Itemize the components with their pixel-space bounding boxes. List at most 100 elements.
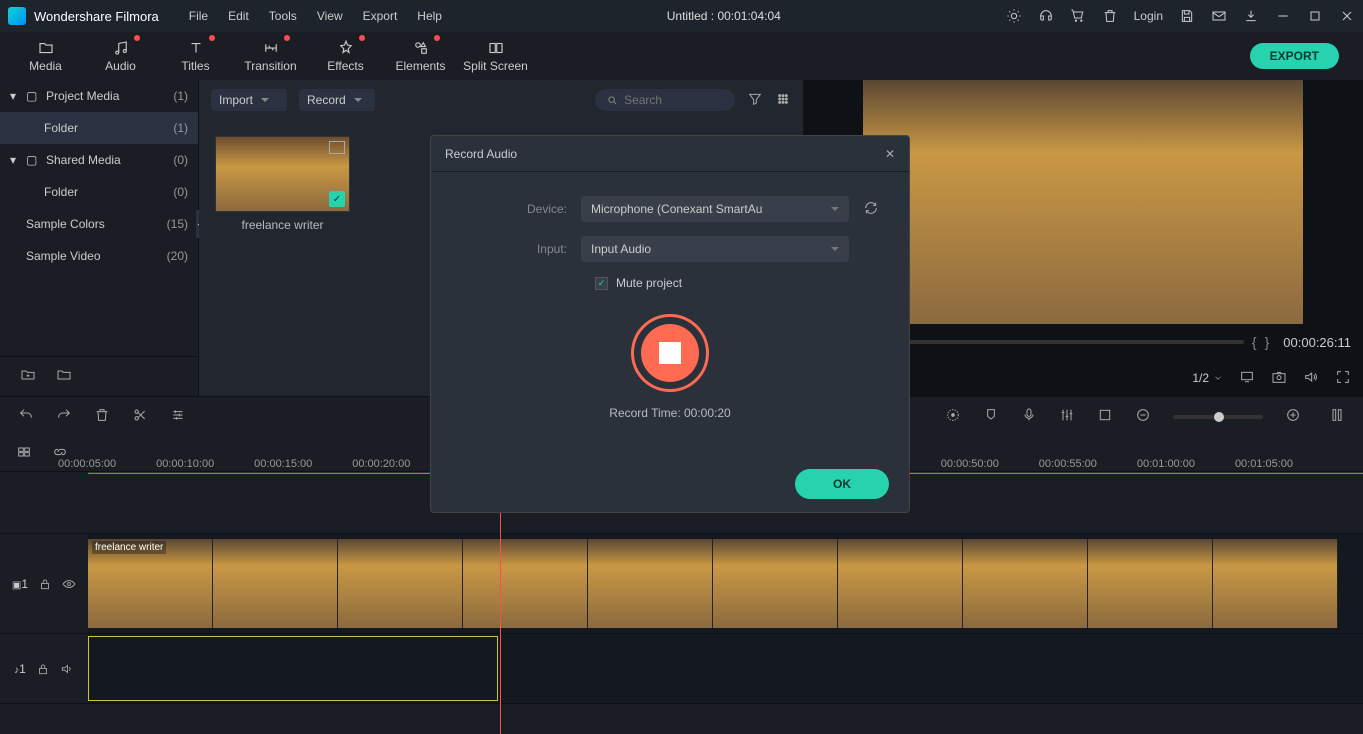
ruler-tick: 00:01:00:00 <box>1167 472 1265 494</box>
save-icon[interactable] <box>1179 8 1195 24</box>
record-button[interactable] <box>631 314 709 392</box>
preview-timecode: 00:00:26:11 <box>1283 335 1351 350</box>
device-label: Device: <box>461 202 581 216</box>
volume-icon[interactable] <box>1303 369 1319 388</box>
audio-track: ♪1 <box>0 634 1363 704</box>
grid-view-icon[interactable] <box>775 91 791 110</box>
sidebar-item[interactable]: Folder(1) <box>0 112 198 144</box>
menu-help[interactable]: Help <box>417 9 442 23</box>
ok-button[interactable]: OK <box>795 469 889 499</box>
crop-icon[interactable] <box>1097 407 1113 426</box>
input-select[interactable]: Input Audio <box>581 236 849 262</box>
video-clip[interactable]: freelance writer <box>88 539 1338 628</box>
tab-transition[interactable]: Transition <box>233 35 308 77</box>
mark-out-icon[interactable]: } <box>1265 334 1270 350</box>
sidebar-item[interactable]: ▾▢Project Media(1) <box>0 80 198 112</box>
delete-icon[interactable] <box>1102 8 1118 24</box>
sidebar-item[interactable]: Sample Colors(15) <box>0 208 198 240</box>
menu-view[interactable]: View <box>317 9 343 23</box>
playhead[interactable] <box>500 494 501 734</box>
input-label: Input: <box>461 242 581 256</box>
minimize-icon[interactable] <box>1275 8 1291 24</box>
ruler-tick: 00:00:15:00 <box>284 472 382 494</box>
main-tabs: MediaAudioTitlesTransitionEffectsElement… <box>0 32 1363 80</box>
snapshot-icon[interactable] <box>1271 369 1287 388</box>
ruler-tick: 00:00:55:00 <box>1069 472 1167 494</box>
preview-ratio[interactable]: 1/2 <box>1192 371 1223 385</box>
zoom-fit-icon[interactable] <box>1329 407 1345 426</box>
redo-icon[interactable] <box>56 407 72 426</box>
zoom-in-icon[interactable] <box>1285 407 1301 426</box>
filter-icon[interactable] <box>747 91 763 110</box>
close-icon[interactable]: ✕ <box>885 147 895 161</box>
tab-split-screen[interactable]: Split Screen <box>458 35 533 77</box>
zoom-slider[interactable] <box>1173 415 1263 419</box>
record-dropdown[interactable]: Record <box>299 89 375 111</box>
cart-icon[interactable] <box>1070 8 1086 24</box>
mail-icon[interactable] <box>1211 8 1227 24</box>
stop-icon <box>659 342 681 364</box>
mark-in-icon[interactable]: { <box>1252 334 1257 350</box>
media-item[interactable]: ✓ freelance writer <box>215 136 350 232</box>
fullscreen-icon[interactable] <box>1335 369 1351 388</box>
tab-effects[interactable]: Effects <box>308 35 383 77</box>
sidebar-item[interactable]: ▾▢Shared Media(0) <box>0 144 198 176</box>
sidebar-item[interactable]: Folder(0) <box>0 176 198 208</box>
mute-label: Mute project <box>616 276 682 290</box>
sidebar-item[interactable]: Sample Video(20) <box>0 240 198 272</box>
media-label: freelance writer <box>215 218 350 232</box>
tips-icon[interactable] <box>1006 8 1022 24</box>
download-icon[interactable] <box>1243 8 1259 24</box>
delete-clip-icon[interactable] <box>94 407 110 426</box>
export-button[interactable]: EXPORT <box>1250 43 1339 69</box>
search-input[interactable] <box>595 89 735 111</box>
project-title: Untitled : 00:01:04:04 <box>442 9 1006 23</box>
maximize-icon[interactable] <box>1307 8 1323 24</box>
eye-icon[interactable] <box>62 577 76 591</box>
lock-icon[interactable] <box>38 577 52 591</box>
app-name: Wondershare Filmora <box>34 9 159 24</box>
tab-media[interactable]: Media <box>8 35 83 77</box>
menu-edit[interactable]: Edit <box>228 9 249 23</box>
dialog-title: Record Audio <box>445 147 885 161</box>
menu-tools[interactable]: Tools <box>269 9 297 23</box>
support-icon[interactable] <box>1038 8 1054 24</box>
app-logo <box>8 7 26 25</box>
mute-icon[interactable] <box>60 662 74 676</box>
video-track: ▣1 freelance writer <box>0 534 1363 634</box>
title-bar: Wondershare Filmora File Edit Tools View… <box>0 0 1363 32</box>
voiceover-icon[interactable] <box>1021 407 1037 426</box>
timeline-mode-icon[interactable] <box>16 444 32 463</box>
display-icon[interactable] <box>1239 369 1255 388</box>
import-dropdown[interactable]: Import <box>211 89 287 111</box>
mute-checkbox[interactable]: ✓ <box>595 277 608 290</box>
preview-viewport[interactable] <box>863 80 1303 324</box>
marker-icon[interactable] <box>983 407 999 426</box>
folder-icon[interactable] <box>56 367 72 386</box>
undo-icon[interactable] <box>18 407 34 426</box>
sidebar: ▾▢Project Media(1)Folder(1)▾▢Shared Medi… <box>0 80 199 396</box>
record-time: Record Time: 00:00:20 <box>461 406 879 420</box>
tab-audio[interactable]: Audio <box>83 35 158 77</box>
split-icon[interactable] <box>132 407 148 426</box>
menu-export[interactable]: Export <box>363 9 398 23</box>
tab-elements[interactable]: Elements <box>383 35 458 77</box>
refresh-icon[interactable] <box>863 200 879 219</box>
media-thumbnail[interactable]: ✓ <box>215 136 350 212</box>
close-icon[interactable] <box>1339 8 1355 24</box>
zoom-out-icon[interactable] <box>1135 407 1151 426</box>
menu-file[interactable]: File <box>189 9 208 23</box>
check-icon: ✓ <box>329 191 345 207</box>
color-icon[interactable] <box>945 407 961 426</box>
tab-titles[interactable]: Titles <box>158 35 233 77</box>
login-link[interactable]: Login <box>1134 9 1163 23</box>
audio-clip[interactable] <box>88 636 498 701</box>
ruler-tick: 00:00:50:00 <box>971 472 1069 494</box>
new-folder-icon[interactable] <box>20 367 36 386</box>
lock-icon[interactable] <box>36 662 50 676</box>
ruler-tick: 00:00:10:00 <box>186 472 284 494</box>
record-audio-dialog: Record Audio ✕ Device: Microphone (Conex… <box>430 135 910 513</box>
adjust-icon[interactable] <box>170 407 186 426</box>
mixer-icon[interactable] <box>1059 407 1075 426</box>
device-select[interactable]: Microphone (Conexant SmartAu <box>581 196 849 222</box>
